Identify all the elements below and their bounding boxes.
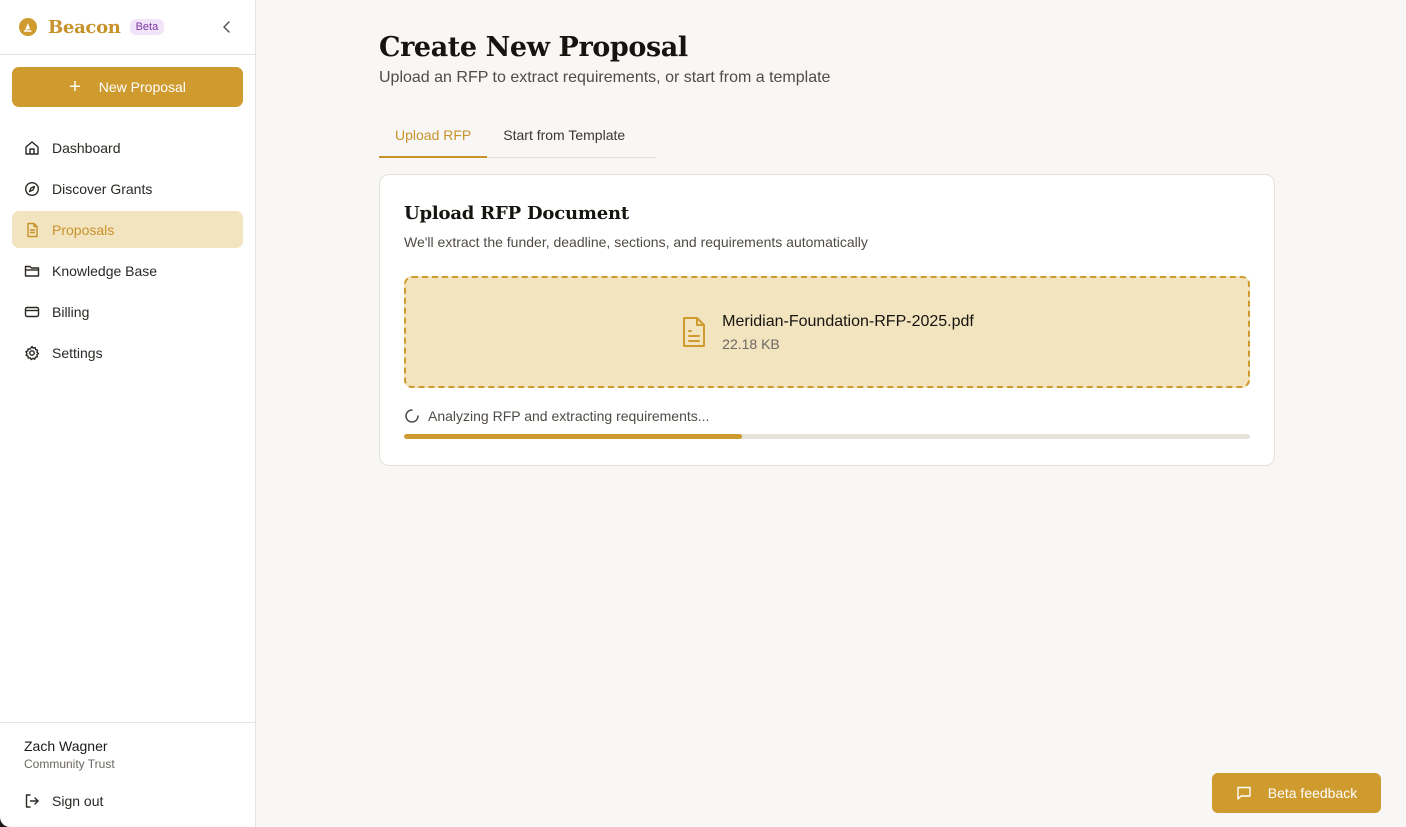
loading-spinner-icon xyxy=(405,409,419,423)
file-name: Meridian-Foundation-RFP-2025.pdf xyxy=(722,312,974,330)
main-content: Create New Proposal Upload an RFP to ext… xyxy=(379,0,1275,466)
file-size: 22.18 KB xyxy=(722,335,780,352)
home-icon xyxy=(25,140,39,155)
file-text-icon xyxy=(683,317,706,347)
sidebar-item-label: Knowledge Base xyxy=(52,262,158,279)
sidebar-item-discover-grants[interactable]: Discover Grants xyxy=(12,170,243,207)
sign-out-label: Sign out xyxy=(52,793,104,809)
status-text: Analyzing RFP and extracting requirement… xyxy=(428,408,710,424)
card-description: We'll extract the funder, deadline, sect… xyxy=(404,234,868,250)
sidebar-item-knowledge-base[interactable]: Knowledge Base xyxy=(12,252,243,289)
file-text-icon xyxy=(27,222,38,237)
sidebar-item-label: Billing xyxy=(52,303,90,320)
new-proposal-button[interactable]: + New Proposal xyxy=(12,67,243,107)
new-proposal-label: New Proposal xyxy=(98,79,186,95)
sidebar-item-billing[interactable]: Billing xyxy=(12,293,243,330)
page-subtitle: Upload an RFP to extract requirements, o… xyxy=(379,69,831,86)
tab-bar: Upload RFP Start from Template xyxy=(379,118,657,158)
message-square-icon xyxy=(1237,786,1251,800)
tab-start-from-template[interactable]: Start from Template xyxy=(487,118,641,157)
sidebar-item-label: Settings xyxy=(52,344,103,361)
chevron-left-icon xyxy=(223,21,230,33)
plus-icon: + xyxy=(69,76,81,98)
folder-icon xyxy=(24,265,40,277)
beacon-logo-icon xyxy=(19,18,37,36)
progress-bar-fill xyxy=(404,434,743,439)
user-organization: Community Trust xyxy=(24,757,115,771)
sign-out-button[interactable]: Sign out xyxy=(24,793,231,809)
sidebar-item-proposals[interactable]: Proposals xyxy=(12,211,243,248)
sidebar-item-label: Dashboard xyxy=(52,139,121,156)
collapse-sidebar-button[interactable] xyxy=(217,17,237,37)
analysis-status: Analyzing RFP and extracting requirement… xyxy=(404,408,1250,424)
page-title: Create New Proposal xyxy=(379,32,688,63)
window-corner xyxy=(0,817,10,827)
sidebar-footer: Zach Wagner Community Trust Sign out xyxy=(0,722,255,827)
brand-name: Beacon xyxy=(48,16,121,38)
sidebar: Beacon Beta + New Proposal Dashboard Dis… xyxy=(0,0,256,827)
sidebar-nav: Dashboard Discover Grants Proposals Know… xyxy=(0,129,255,375)
credit-card-icon xyxy=(24,306,40,317)
beta-feedback-label: Beta feedback xyxy=(1267,785,1358,801)
card-title: Upload RFP Document xyxy=(404,203,629,224)
sidebar-item-label: Proposals xyxy=(52,221,115,238)
file-info: Meridian-Foundation-RFP-2025.pdf 22.18 K… xyxy=(722,313,974,352)
beta-badge: Beta xyxy=(129,19,165,35)
brand-header: Beacon Beta xyxy=(0,0,255,55)
sidebar-item-label: Discover Grants xyxy=(52,180,153,197)
file-dropzone[interactable]: Meridian-Foundation-RFP-2025.pdf 22.18 K… xyxy=(404,276,1250,388)
gear-icon xyxy=(25,345,40,360)
user-name: Zach Wagner xyxy=(24,738,108,754)
progress-bar xyxy=(404,434,1250,439)
compass-icon xyxy=(24,181,40,196)
sidebar-item-settings[interactable]: Settings xyxy=(12,334,243,371)
tab-upload-rfp[interactable]: Upload RFP xyxy=(379,118,488,158)
sidebar-item-dashboard[interactable]: Dashboard xyxy=(12,129,243,166)
beta-feedback-button[interactable]: Beta feedback xyxy=(1212,773,1381,813)
upload-rfp-card: Upload RFP Document We'll extract the fu… xyxy=(379,174,1275,466)
log-out-icon xyxy=(25,794,39,808)
